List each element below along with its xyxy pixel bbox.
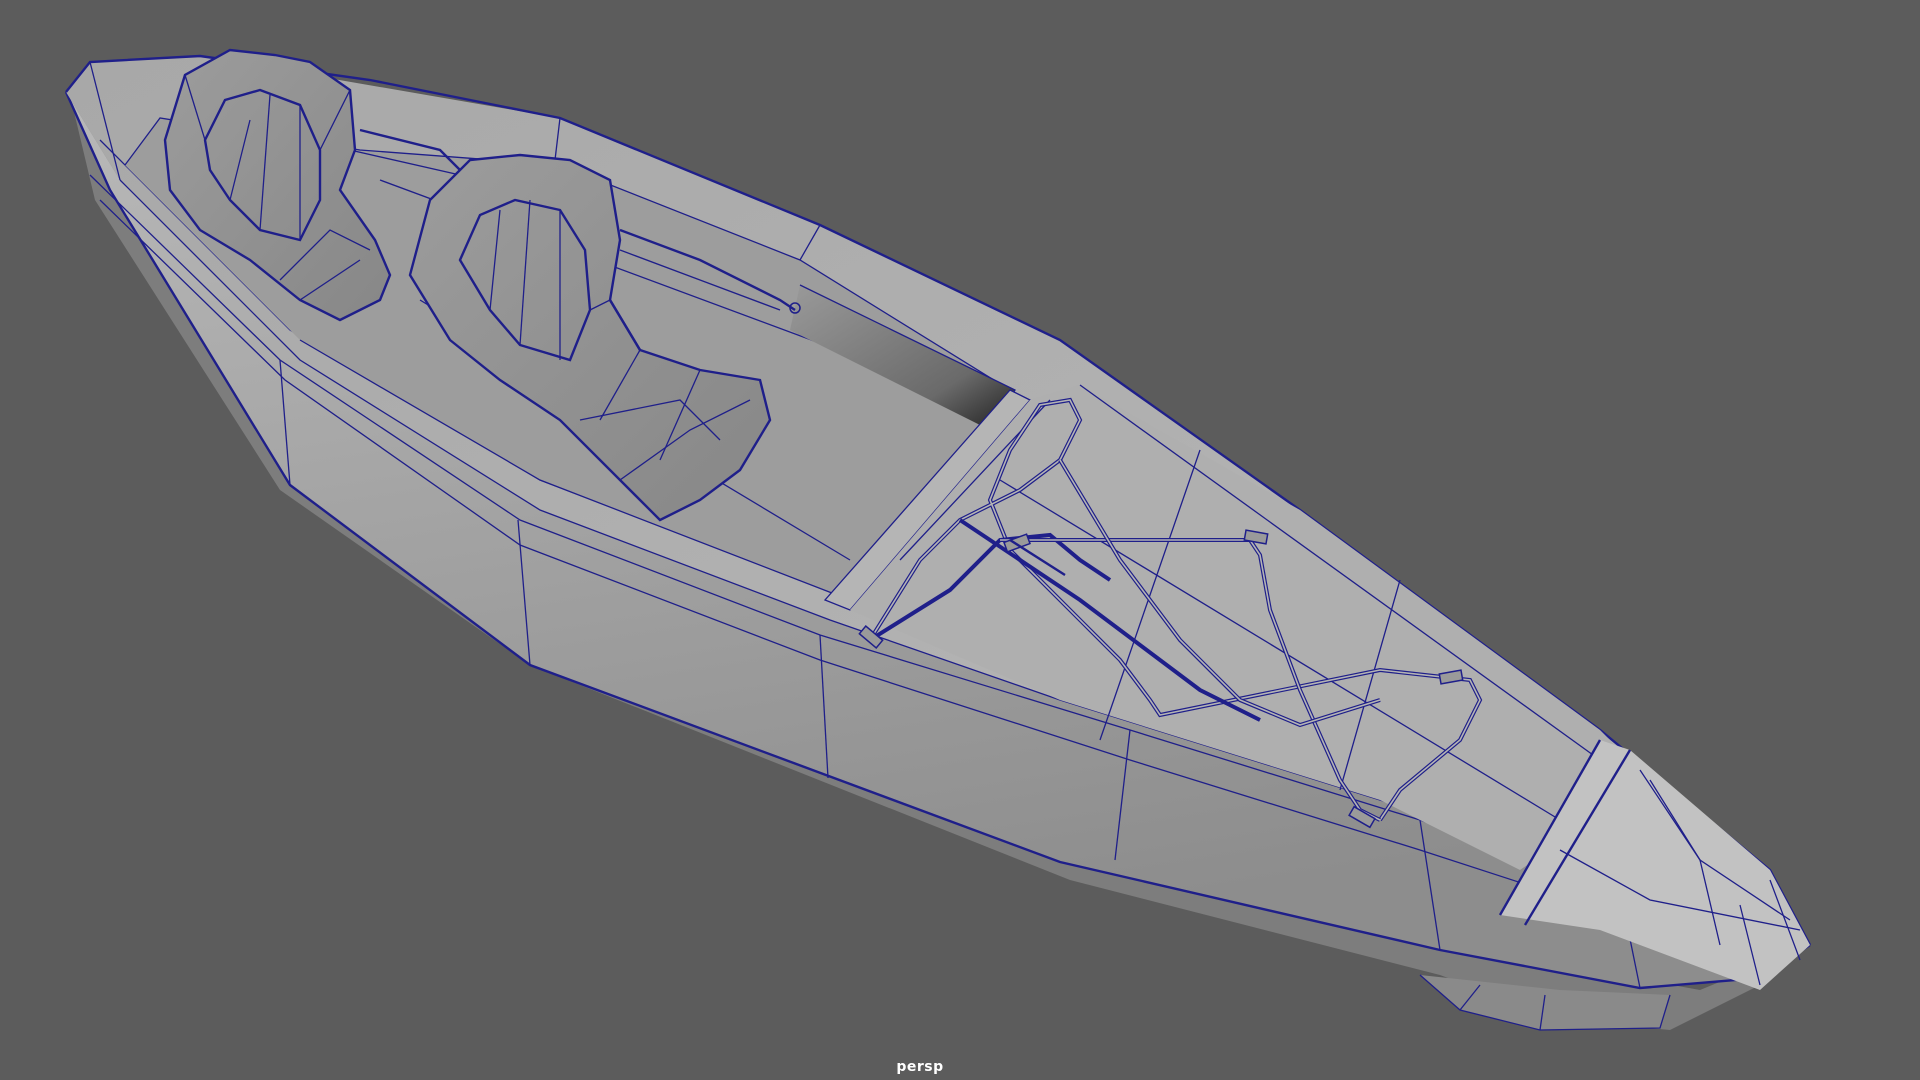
kayak-model[interactable]	[0, 0, 1920, 1080]
camera-label: persp	[896, 1059, 944, 1075]
3d-viewport[interactable]: persp	[0, 0, 1920, 1080]
